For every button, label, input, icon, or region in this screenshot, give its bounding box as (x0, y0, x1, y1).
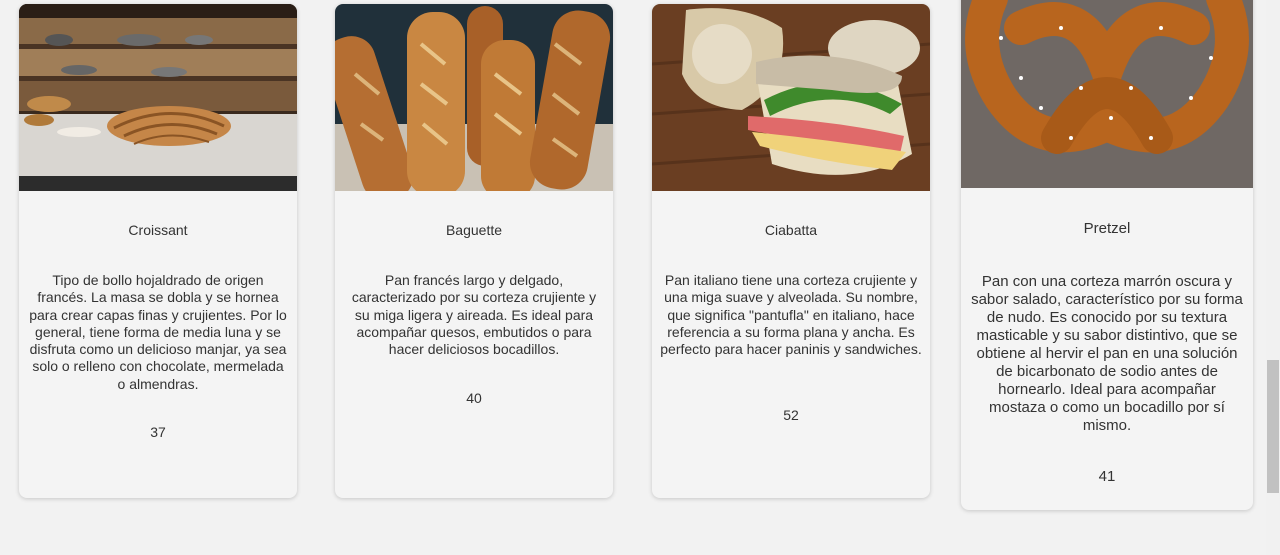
ciabatta-image (652, 4, 930, 191)
product-card-baguette[interactable]: Baguette Pan francés largo y delgado, ca… (335, 4, 613, 498)
product-price: 41 (1098, 468, 1116, 485)
product-card-croissant[interactable]: Croissant Tipo de bollo hojaldrado de or… (19, 4, 297, 498)
product-description: Pan francés largo y delgado, caracteriza… (351, 272, 597, 358)
croissant-image (19, 4, 297, 191)
baguette-image (335, 4, 613, 191)
pretzel-image (961, 0, 1253, 188)
product-name: Ciabatta (764, 222, 818, 238)
product-card-ciabatta[interactable]: Ciabatta Pan italiano tiene una corteza … (652, 4, 930, 498)
product-card-pretzel[interactable]: Pretzel Pan con una corteza marrón oscur… (961, 0, 1253, 510)
scrollbar-thumb[interactable] (1267, 360, 1279, 493)
product-description: Pan con una corteza marrón oscura y sabo… (971, 273, 1243, 434)
product-name: Baguette (445, 222, 503, 238)
product-price: 52 (783, 407, 799, 423)
product-description: Pan italiano tiene una corteza crujiente… (660, 272, 922, 358)
vertical-scrollbar[interactable] (1266, 0, 1280, 555)
product-price: 37 (150, 424, 166, 440)
product-name: Croissant (128, 222, 188, 238)
product-price: 40 (466, 390, 482, 406)
product-name: Pretzel (1083, 220, 1131, 237)
product-description: Tipo de bollo hojaldrado de origen franc… (29, 272, 287, 392)
